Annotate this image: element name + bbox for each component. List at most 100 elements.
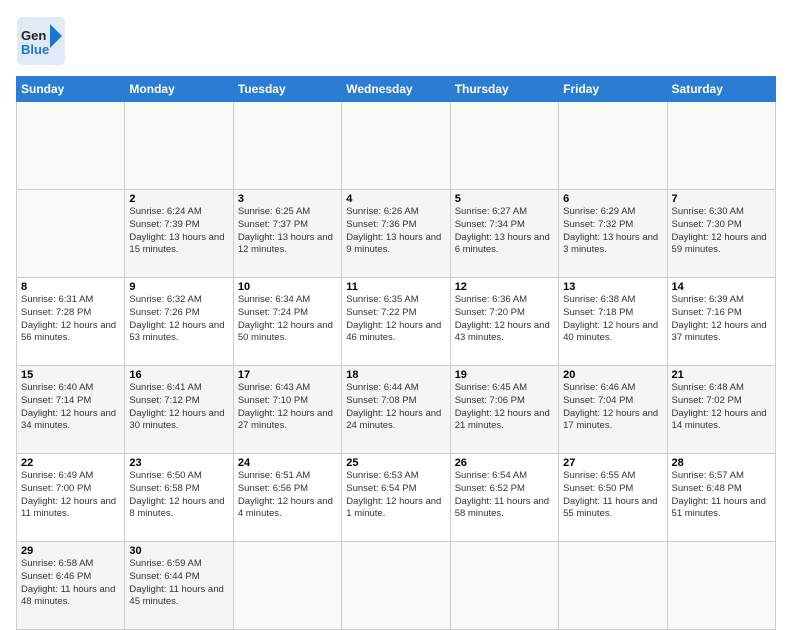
day-number: 27 [563, 457, 662, 469]
day-number: 7 [672, 193, 771, 205]
day-info: Sunrise: 6:27 AM Sunset: 7:34 PM Dayligh… [455, 206, 554, 257]
svg-text:Blue: Blue [21, 42, 49, 57]
header-row: Sunday Monday Tuesday Wednesday Thursday… [17, 77, 776, 102]
day-info: Sunrise: 6:39 AM Sunset: 7:16 PM Dayligh… [672, 294, 771, 345]
day-info: Sunrise: 6:53 AM Sunset: 6:54 PM Dayligh… [346, 470, 445, 521]
header: Gen Blue [16, 16, 776, 66]
day-number: 6 [563, 193, 662, 205]
table-row: 19 Sunrise: 6:45 AM Sunset: 7:06 PM Dayl… [450, 366, 558, 454]
table-row: 11 Sunrise: 6:35 AM Sunset: 7:22 PM Dayl… [342, 278, 450, 366]
calendar-week-4: 22 Sunrise: 6:49 AM Sunset: 7:00 PM Dayl… [17, 454, 776, 542]
table-row [342, 542, 450, 630]
table-row: 2 Sunrise: 6:24 AM Sunset: 7:39 PM Dayli… [125, 190, 233, 278]
day-info: Sunrise: 6:41 AM Sunset: 7:12 PM Dayligh… [129, 382, 228, 433]
day-info: Sunrise: 6:58 AM Sunset: 6:46 PM Dayligh… [21, 558, 120, 609]
table-row: 17 Sunrise: 6:43 AM Sunset: 7:10 PM Dayl… [233, 366, 341, 454]
day-number: 10 [238, 281, 337, 293]
day-number: 8 [21, 281, 120, 293]
table-row: 15 Sunrise: 6:40 AM Sunset: 7:14 PM Dayl… [17, 366, 125, 454]
table-row: 22 Sunrise: 6:49 AM Sunset: 7:00 PM Dayl… [17, 454, 125, 542]
table-row: 18 Sunrise: 6:44 AM Sunset: 7:08 PM Dayl… [342, 366, 450, 454]
day-info: Sunrise: 6:51 AM Sunset: 6:56 PM Dayligh… [238, 470, 337, 521]
day-info: Sunrise: 6:40 AM Sunset: 7:14 PM Dayligh… [21, 382, 120, 433]
day-info: Sunrise: 6:29 AM Sunset: 7:32 PM Dayligh… [563, 206, 662, 257]
day-number: 25 [346, 457, 445, 469]
day-number: 17 [238, 369, 337, 381]
table-row: 5 Sunrise: 6:27 AM Sunset: 7:34 PM Dayli… [450, 190, 558, 278]
day-number: 11 [346, 281, 445, 293]
table-row: 6 Sunrise: 6:29 AM Sunset: 7:32 PM Dayli… [559, 190, 667, 278]
day-info: Sunrise: 6:44 AM Sunset: 7:08 PM Dayligh… [346, 382, 445, 433]
col-saturday: Saturday [667, 77, 775, 102]
col-monday: Monday [125, 77, 233, 102]
table-row [342, 102, 450, 190]
table-row [17, 190, 125, 278]
day-info: Sunrise: 6:35 AM Sunset: 7:22 PM Dayligh… [346, 294, 445, 345]
day-info: Sunrise: 6:57 AM Sunset: 6:48 PM Dayligh… [672, 470, 771, 521]
day-number: 19 [455, 369, 554, 381]
day-number: 12 [455, 281, 554, 293]
day-number: 29 [21, 545, 120, 557]
day-number: 3 [238, 193, 337, 205]
day-number: 2 [129, 193, 228, 205]
table-row: 4 Sunrise: 6:26 AM Sunset: 7:36 PM Dayli… [342, 190, 450, 278]
table-row [667, 102, 775, 190]
table-row: 26 Sunrise: 6:54 AM Sunset: 6:52 PM Dayl… [450, 454, 558, 542]
table-row: 13 Sunrise: 6:38 AM Sunset: 7:18 PM Dayl… [559, 278, 667, 366]
day-info: Sunrise: 6:31 AM Sunset: 7:28 PM Dayligh… [21, 294, 120, 345]
day-info: Sunrise: 6:24 AM Sunset: 7:39 PM Dayligh… [129, 206, 228, 257]
day-number: 24 [238, 457, 337, 469]
table-row [667, 542, 775, 630]
day-number: 22 [21, 457, 120, 469]
day-number: 9 [129, 281, 228, 293]
day-info: Sunrise: 6:26 AM Sunset: 7:36 PM Dayligh… [346, 206, 445, 257]
day-number: 30 [129, 545, 228, 557]
day-info: Sunrise: 6:54 AM Sunset: 6:52 PM Dayligh… [455, 470, 554, 521]
calendar-header: Sunday Monday Tuesday Wednesday Thursday… [17, 77, 776, 102]
day-number: 26 [455, 457, 554, 469]
day-number: 13 [563, 281, 662, 293]
calendar-body: 2 Sunrise: 6:24 AM Sunset: 7:39 PM Dayli… [17, 102, 776, 630]
day-info: Sunrise: 6:38 AM Sunset: 7:18 PM Dayligh… [563, 294, 662, 345]
table-row: 20 Sunrise: 6:46 AM Sunset: 7:04 PM Dayl… [559, 366, 667, 454]
day-info: Sunrise: 6:48 AM Sunset: 7:02 PM Dayligh… [672, 382, 771, 433]
table-row: 14 Sunrise: 6:39 AM Sunset: 7:16 PM Dayl… [667, 278, 775, 366]
day-info: Sunrise: 6:36 AM Sunset: 7:20 PM Dayligh… [455, 294, 554, 345]
table-row: 21 Sunrise: 6:48 AM Sunset: 7:02 PM Dayl… [667, 366, 775, 454]
day-info: Sunrise: 6:43 AM Sunset: 7:10 PM Dayligh… [238, 382, 337, 433]
calendar-week-5: 29 Sunrise: 6:58 AM Sunset: 6:46 PM Dayl… [17, 542, 776, 630]
table-row: 16 Sunrise: 6:41 AM Sunset: 7:12 PM Dayl… [125, 366, 233, 454]
day-number: 15 [21, 369, 120, 381]
col-tuesday: Tuesday [233, 77, 341, 102]
day-info: Sunrise: 6:25 AM Sunset: 7:37 PM Dayligh… [238, 206, 337, 257]
day-number: 5 [455, 193, 554, 205]
day-number: 28 [672, 457, 771, 469]
calendar-week-0 [17, 102, 776, 190]
col-friday: Friday [559, 77, 667, 102]
table-row [559, 542, 667, 630]
day-info: Sunrise: 6:55 AM Sunset: 6:50 PM Dayligh… [563, 470, 662, 521]
table-row [125, 102, 233, 190]
table-row: 9 Sunrise: 6:32 AM Sunset: 7:26 PM Dayli… [125, 278, 233, 366]
logo: Gen Blue [16, 16, 66, 66]
table-row: 29 Sunrise: 6:58 AM Sunset: 6:46 PM Dayl… [17, 542, 125, 630]
col-wednesday: Wednesday [342, 77, 450, 102]
day-info: Sunrise: 6:46 AM Sunset: 7:04 PM Dayligh… [563, 382, 662, 433]
table-row [17, 102, 125, 190]
svg-text:Gen: Gen [21, 28, 46, 43]
page: Gen Blue Sunday Monday Tuesday Wednesday… [0, 0, 792, 612]
calendar-table: Sunday Monday Tuesday Wednesday Thursday… [16, 76, 776, 630]
table-row: 28 Sunrise: 6:57 AM Sunset: 6:48 PM Dayl… [667, 454, 775, 542]
day-number: 14 [672, 281, 771, 293]
calendar-week-1: 2 Sunrise: 6:24 AM Sunset: 7:39 PM Dayli… [17, 190, 776, 278]
day-info: Sunrise: 6:34 AM Sunset: 7:24 PM Dayligh… [238, 294, 337, 345]
day-info: Sunrise: 6:49 AM Sunset: 7:00 PM Dayligh… [21, 470, 120, 521]
day-info: Sunrise: 6:32 AM Sunset: 7:26 PM Dayligh… [129, 294, 228, 345]
table-row: 25 Sunrise: 6:53 AM Sunset: 6:54 PM Dayl… [342, 454, 450, 542]
table-row [559, 102, 667, 190]
table-row [450, 542, 558, 630]
day-number: 21 [672, 369, 771, 381]
col-sunday: Sunday [17, 77, 125, 102]
table-row: 10 Sunrise: 6:34 AM Sunset: 7:24 PM Dayl… [233, 278, 341, 366]
table-row: 24 Sunrise: 6:51 AM Sunset: 6:56 PM Dayl… [233, 454, 341, 542]
